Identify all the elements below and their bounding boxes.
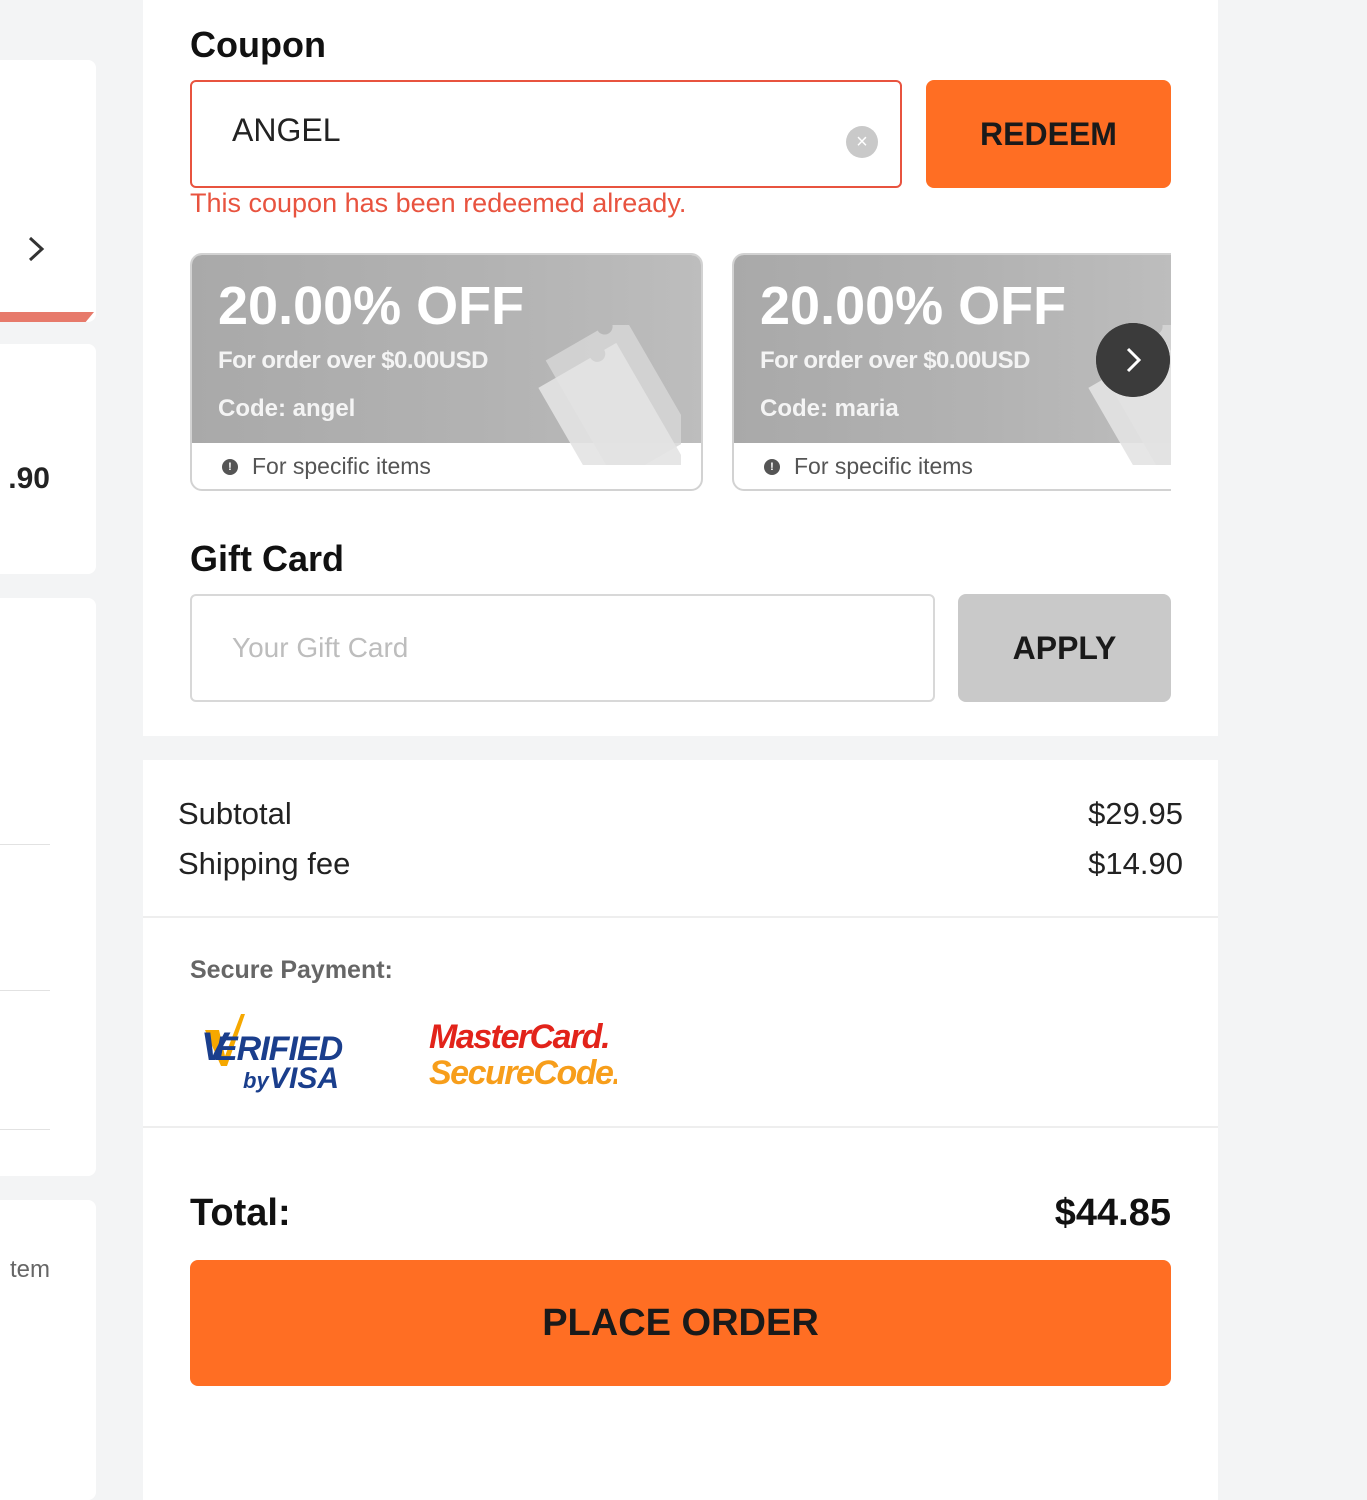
info-icon: !: [222, 459, 238, 475]
item-fragment: tem: [9, 1256, 50, 1283]
svg-text:VISA: VISA: [269, 1062, 339, 1095]
coupon-discount: 20.00% OFF: [218, 276, 525, 336]
svg-text:by: by: [243, 1068, 270, 1093]
accent-strip: [0, 312, 94, 322]
divider: [143, 1126, 1218, 1128]
coupon-card[interactable]: 20.00% OFF For order over $0.00USD Code:…: [190, 253, 703, 491]
info-icon: !: [764, 459, 780, 475]
list-divider: [0, 990, 50, 991]
price-fragment: .90: [8, 462, 50, 495]
total-value: $44.85: [1054, 1192, 1171, 1234]
list-divider: [0, 844, 50, 845]
gift-card-title: Gift Card: [190, 538, 345, 579]
coupon-title: Coupon: [190, 24, 326, 65]
next-arrow-icon[interactable]: [1096, 323, 1170, 397]
left-card-shipping[interactable]: [0, 60, 96, 322]
order-summary-panel: Subtotal $29.95 Shipping fee $14.90 Secu…: [143, 760, 1218, 1500]
total-label: Total:: [190, 1192, 291, 1234]
coupon-card-footer: ! For specific items: [192, 443, 701, 489]
list-divider: [0, 1129, 50, 1130]
coupon-card-footer: ! For specific items: [734, 443, 1171, 489]
svg-text:MasterCard.: MasterCard.: [429, 1018, 609, 1056]
redeem-button[interactable]: REDEEM: [926, 80, 1171, 188]
coupon-discount: 20.00% OFF: [760, 276, 1067, 336]
coupon-code: Code: angel: [218, 395, 356, 422]
chevron-right-icon[interactable]: [26, 234, 46, 264]
coupon-error-message: This coupon has been redeemed already.: [190, 188, 687, 218]
left-card-items: tem: [0, 1200, 96, 1500]
secure-payment-label: Secure Payment:: [190, 956, 393, 984]
left-card-list: [0, 598, 96, 1176]
coupon-input[interactable]: [232, 112, 812, 149]
apply-button[interactable]: APPLY: [958, 594, 1171, 702]
gift-card-input-box[interactable]: [190, 594, 935, 702]
coupon-scope: For specific items: [794, 453, 973, 479]
subtotal-label: Subtotal: [178, 796, 292, 831]
coupon-card-header: 20.00% OFF For order over $0.00USD Code:…: [192, 255, 701, 465]
coupon-condition: For order over $0.00USD: [218, 347, 488, 374]
place-order-button[interactable]: PLACE ORDER: [190, 1260, 1171, 1386]
mastercard-securecode-logo: MasterCard. SecureCode.: [429, 1018, 617, 1090]
left-card-price: .90: [0, 344, 96, 574]
svg-text:SecureCode.: SecureCode.: [429, 1054, 617, 1090]
divider: [143, 916, 1218, 918]
coupon-panel: Coupon × REDEEM This coupon has been red…: [143, 0, 1218, 736]
svg-text:V: V: [201, 1025, 231, 1069]
gift-card-input[interactable]: [232, 632, 872, 664]
clear-icon[interactable]: ×: [846, 126, 878, 158]
coupon-scope: For specific items: [252, 453, 431, 479]
coupon-input-box[interactable]: ×: [190, 80, 902, 188]
shipping-value: $14.90: [1088, 846, 1183, 881]
coupon-condition: For order over $0.00USD: [760, 347, 1030, 374]
verified-by-visa-logo: ERIFIED V by VISA: [201, 1014, 344, 1095]
coupon-code: Code: maria: [760, 395, 899, 422]
subtotal-value: $29.95: [1088, 796, 1183, 831]
shipping-label: Shipping fee: [178, 846, 351, 881]
